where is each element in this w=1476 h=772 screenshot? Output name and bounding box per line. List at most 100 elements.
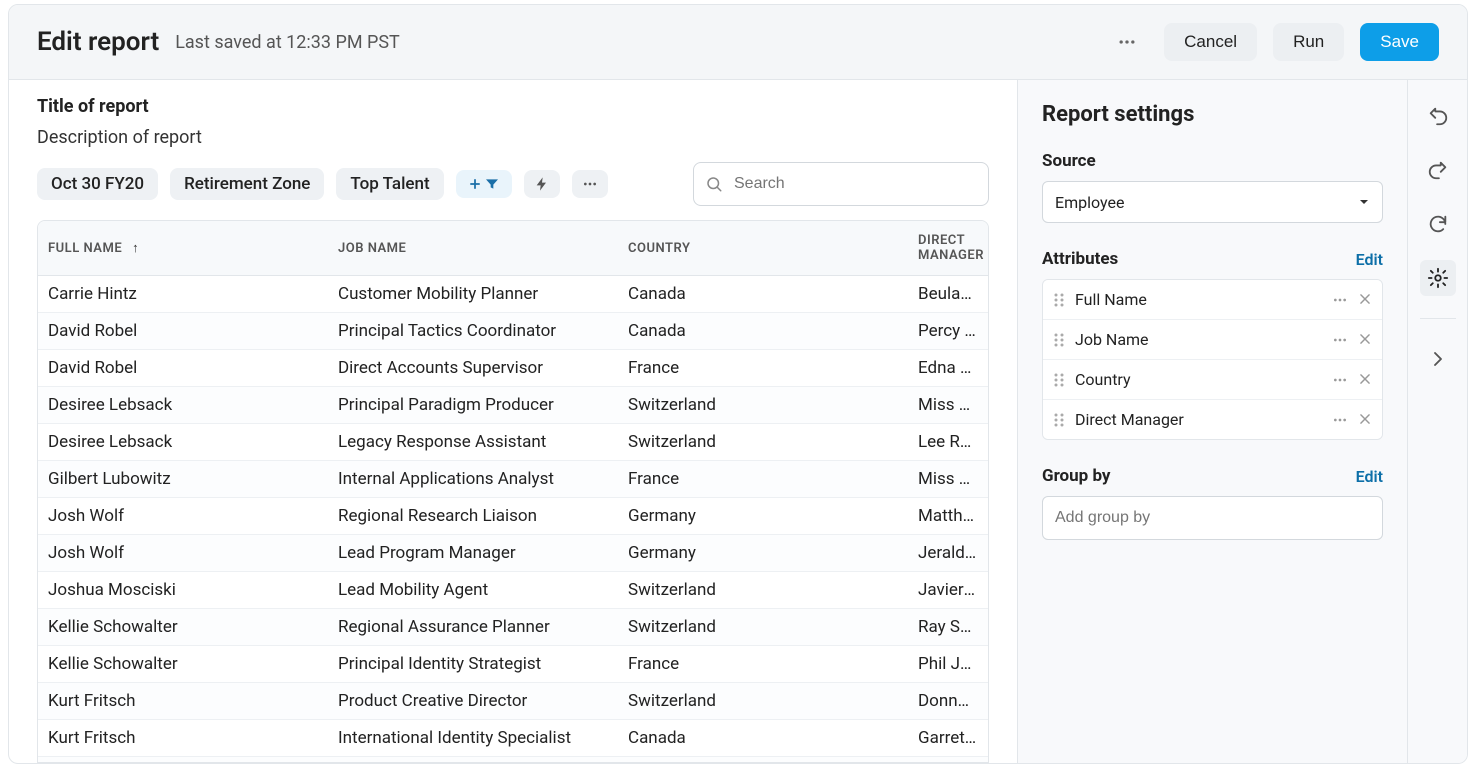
column-header-jobname[interactable]: JOB NAME (328, 221, 618, 276)
table-cell: Switzerland (618, 424, 908, 461)
groupby-label: Group by (1042, 466, 1111, 486)
table-cell: Kellie Schowalter (38, 609, 328, 646)
column-header-country[interactable]: COUNTRY (618, 221, 908, 276)
table-cell: Ray Mante (908, 757, 988, 764)
groupby-edit-link[interactable]: Edit (1356, 467, 1383, 486)
plus-icon (468, 177, 482, 191)
redo-button[interactable] (1420, 152, 1456, 188)
attribute-more-button[interactable] (1332, 292, 1348, 308)
refresh-button[interactable] (1420, 206, 1456, 242)
table-row[interactable]: Gilbert LubowitzInternal Applications An… (38, 461, 988, 498)
table-cell: David Robel (38, 350, 328, 387)
table-row[interactable]: Carrie HintzCustomer Mobility PlannerCan… (38, 276, 988, 313)
source-select[interactable]: Employee (1042, 181, 1383, 223)
table-cell: Principal Tactics Coordinator (328, 313, 618, 350)
report-description[interactable]: Description of report (37, 127, 989, 148)
table-cell: Switzerland (618, 683, 908, 720)
attribute-name: Country (1075, 370, 1322, 389)
table-row[interactable]: Desiree LebsackPrincipal Paradigm Produc… (38, 387, 988, 424)
add-filter-button[interactable] (456, 170, 512, 198)
redo-icon (1427, 159, 1449, 181)
column-header-manager[interactable]: DIRECT MANAGER (908, 221, 988, 276)
ellipsis-icon (1117, 32, 1137, 52)
table-cell: Phil Jakubc (908, 646, 988, 683)
table-row[interactable]: Josh WolfLead Program ManagerGermanyJera… (38, 535, 988, 572)
table-row[interactable]: Kurt FritschInternational Identity Speci… (38, 720, 988, 757)
table-row[interactable]: Lauren RaynorRegional Accounts Architect… (38, 757, 988, 764)
attribute-item[interactable]: Direct Manager (1043, 400, 1382, 439)
overflow-button[interactable] (572, 170, 608, 198)
table-cell: Edna Dare (908, 350, 988, 387)
table-row[interactable]: Kellie SchowalterPrincipal Identity Stra… (38, 646, 988, 683)
table-row[interactable]: Desiree LebsackLegacy Response Assistant… (38, 424, 988, 461)
table-cell: Ray Schroe (908, 609, 988, 646)
table-cell: Gilbert Lubowitz (38, 461, 328, 498)
table-cell: France (618, 461, 908, 498)
undo-button[interactable] (1420, 98, 1456, 134)
drag-handle-icon[interactable] (1053, 332, 1065, 348)
table-cell: Product Creative Director (328, 683, 618, 720)
report-title[interactable]: Title of report (37, 96, 989, 117)
expand-rail-button[interactable] (1420, 341, 1456, 377)
report-table: FULL NAME↑ JOB NAME COUNTRY DIRECT MANAG… (38, 221, 988, 763)
table-cell: Carrie Hintz (38, 276, 328, 313)
attribute-remove-button[interactable] (1358, 372, 1372, 388)
table-cell: Canada (618, 313, 908, 350)
attribute-remove-button[interactable] (1358, 332, 1372, 348)
attribute-more-button[interactable] (1332, 332, 1348, 348)
table-cell: Kurt Fritsch (38, 720, 328, 757)
gear-icon (1427, 267, 1449, 289)
table-cell: Direct Accounts Supervisor (328, 350, 618, 387)
drag-handle-icon[interactable] (1053, 412, 1065, 428)
cancel-button[interactable]: Cancel (1164, 23, 1257, 61)
bolt-icon (534, 176, 550, 192)
table-cell: Switzerland (618, 609, 908, 646)
settings-rail-button[interactable] (1420, 260, 1456, 296)
more-actions-button[interactable] (1106, 21, 1148, 63)
table-cell: Matthew M (908, 498, 988, 535)
attribute-more-button[interactable] (1332, 412, 1348, 428)
attribute-remove-button[interactable] (1358, 412, 1372, 428)
attribute-item[interactable]: Job Name (1043, 320, 1382, 360)
drag-handle-icon[interactable] (1053, 292, 1065, 308)
drag-handle-icon[interactable] (1053, 372, 1065, 388)
column-header-fullname[interactable]: FULL NAME↑ (38, 221, 328, 276)
ellipsis-icon (582, 176, 598, 192)
table-cell: Miss Monica (908, 387, 988, 424)
table-row[interactable]: David RobelDirect Accounts SupervisorFra… (38, 350, 988, 387)
table-cell: Lead Mobility Agent (328, 572, 618, 609)
search-input[interactable] (693, 162, 989, 206)
table-cell: Lee Ryan (908, 424, 988, 461)
attributes-edit-link[interactable]: Edit (1356, 250, 1383, 269)
filter-chip[interactable]: Top Talent (336, 168, 443, 200)
filter-chip[interactable]: Oct 30 FY20 (37, 168, 158, 200)
table-cell: International Identity Specialist (328, 720, 618, 757)
table-row[interactable]: Josh WolfRegional Research LiaisonGerman… (38, 498, 988, 535)
attribute-name: Full Name (1075, 290, 1322, 309)
attribute-item[interactable]: Full Name (1043, 280, 1382, 320)
table-cell: Percy Ward (908, 313, 988, 350)
table-row[interactable]: Kellie SchowalterRegional Assurance Plan… (38, 609, 988, 646)
search-icon (705, 175, 723, 193)
attribute-item[interactable]: Country (1043, 360, 1382, 400)
table-cell: Customer Mobility Planner (328, 276, 618, 313)
table-cell: Canada (618, 720, 908, 757)
table-cell: Canada (618, 276, 908, 313)
filter-chip[interactable]: Retirement Zone (170, 168, 324, 200)
attribute-more-button[interactable] (1332, 372, 1348, 388)
attributes-label: Attributes (1042, 249, 1118, 269)
table-row[interactable]: Kurt FritschProduct Creative DirectorSwi… (38, 683, 988, 720)
table-row[interactable]: Joshua MosciskiLead Mobility AgentSwitze… (38, 572, 988, 609)
quick-action-button[interactable] (524, 170, 560, 198)
run-button[interactable]: Run (1273, 23, 1344, 61)
save-button[interactable]: Save (1360, 23, 1439, 61)
table-cell: Regional Research Liaison (328, 498, 618, 535)
table-cell: Miss Lydia (908, 461, 988, 498)
undo-icon (1427, 105, 1449, 127)
attribute-name: Job Name (1075, 330, 1322, 349)
attribute-remove-button[interactable] (1358, 292, 1372, 308)
table-cell: Josh Wolf (38, 535, 328, 572)
table-cell: Internal Applications Analyst (328, 461, 618, 498)
groupby-input[interactable] (1042, 496, 1383, 540)
table-row[interactable]: David RobelPrincipal Tactics Coordinator… (38, 313, 988, 350)
